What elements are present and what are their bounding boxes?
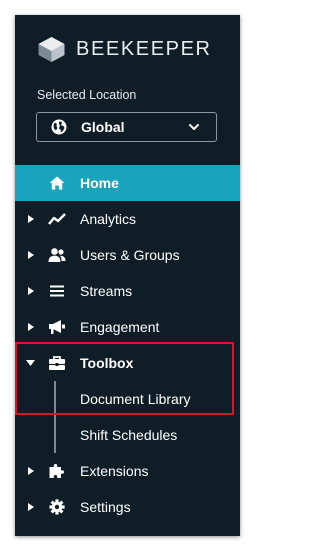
list-icon (50, 285, 64, 297)
nav-label-home: Home (80, 175, 119, 191)
nav-label-streams: Streams (80, 283, 133, 299)
globe-icon (51, 119, 67, 135)
caret-right-icon (28, 467, 34, 475)
nav-item-home[interactable]: Home (15, 165, 240, 201)
users-icon (48, 248, 66, 262)
caret-right-icon (28, 251, 34, 259)
caret-right-icon (28, 215, 34, 223)
nav-label-settings: Settings (80, 499, 131, 515)
nav-item-settings[interactable]: Settings (15, 489, 240, 525)
nav-item-engagement[interactable]: Engagement (15, 309, 240, 345)
home-icon (49, 176, 65, 190)
nav-label-engagement: Engagement (80, 319, 160, 335)
location-select[interactable]: Global (36, 112, 217, 142)
beekeeper-logo-icon (38, 37, 65, 62)
brand[interactable]: BEEKEEPER (37, 36, 212, 63)
megaphone-icon (49, 320, 65, 334)
brand-name: BEEKEEPER (76, 38, 212, 60)
puzzle-icon (49, 464, 64, 478)
chevron-down-icon (189, 124, 199, 130)
location-label: Selected Location (37, 88, 137, 102)
caret-right-icon (28, 323, 34, 331)
line-chart-icon (48, 213, 66, 225)
caret-right-icon (28, 503, 34, 511)
nav-item-extensions[interactable]: Extensions (15, 453, 240, 489)
caret-right-icon (28, 287, 34, 295)
nav-item-streams[interactable]: Streams (15, 273, 240, 309)
location-value: Global (81, 119, 125, 135)
nav-label-users-groups: Users & Groups (80, 247, 180, 263)
highlight-box (15, 342, 234, 415)
gear-icon (49, 499, 65, 515)
nav-label-analytics: Analytics (80, 211, 137, 227)
nav-item-users-groups[interactable]: Users & Groups (15, 237, 240, 273)
nav-item-analytics[interactable]: Analytics (15, 201, 240, 237)
sidebar: BEEKEEPER Selected Location Global Home … (15, 15, 240, 536)
nav-label-extensions: Extensions (80, 463, 149, 479)
sub-item-shift-schedules[interactable]: Shift Schedules (80, 427, 177, 443)
